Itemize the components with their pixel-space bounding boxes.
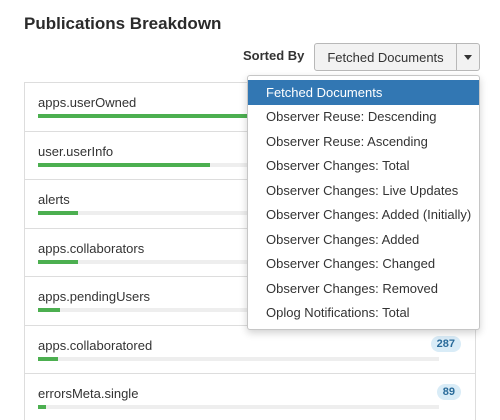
publication-name: apps.collaborators [38, 240, 145, 256]
sort-option-observer-changes-added-initially[interactable]: Observer Changes: Added (Initially) [248, 203, 479, 228]
publication-name: apps.userOwned [38, 95, 137, 110]
publication-bar-track [38, 356, 439, 361]
sort-option-observer-changes-changed[interactable]: Observer Changes: Changed [248, 252, 479, 277]
publication-name: user.userInfo [38, 143, 114, 159]
sort-option-observer-reuse-ascending[interactable]: Observer Reuse: Ascending [248, 129, 479, 154]
sort-select-value: Fetched Documents [315, 44, 457, 70]
sort-dropdown-menu: Fetched Documents Observer Reuse: Descen… [247, 75, 480, 330]
sort-option-fetched-documents[interactable]: Fetched Documents [248, 80, 479, 105]
chevron-down-icon [464, 54, 472, 60]
sort-option-observer-changes-removed[interactable]: Observer Changes: Removed [248, 276, 479, 301]
sort-label: Sorted By [243, 48, 305, 63]
publication-name: errorsMeta.single [38, 386, 139, 401]
publication-bar-fill [38, 211, 79, 215]
sort-option-observer-changes-live-updates[interactable]: Observer Changes: Live Updates [248, 178, 479, 203]
publication-count-badge: 89 [436, 384, 461, 400]
publication-bar-fill [38, 259, 79, 264]
publication-bar-fill [38, 356, 59, 361]
publication-bar-track [38, 405, 439, 409]
publication-bar-fill [38, 114, 279, 118]
page-title: Publications Breakdown [24, 14, 222, 33]
sort-select-toggle[interactable] [457, 44, 479, 70]
sort-option-oplog-notifications-total[interactable]: Oplog Notifications: Total [248, 301, 479, 326]
publication-row[interactable]: apps.collaboratored 287 [24, 325, 476, 374]
sort-option-observer-changes-total[interactable]: Observer Changes: Total [248, 154, 479, 179]
publication-bar-fill [38, 308, 61, 312]
publication-name: apps.collaboratored [38, 337, 153, 353]
publication-bar-fill [38, 162, 211, 167]
sort-option-observer-changes-added[interactable]: Observer Changes: Added [248, 227, 479, 252]
publication-row[interactable]: errorsMeta.single 89 [24, 374, 476, 420]
publication-name: apps.pendingUsers [38, 289, 151, 304]
publication-bar-fill [38, 405, 47, 409]
sort-option-observer-reuse-descending[interactable]: Observer Reuse: Descending [248, 105, 479, 130]
publication-count-badge: 287 [430, 335, 461, 352]
publication-name: alerts [38, 192, 70, 207]
sort-select[interactable]: Fetched Documents [314, 43, 480, 71]
